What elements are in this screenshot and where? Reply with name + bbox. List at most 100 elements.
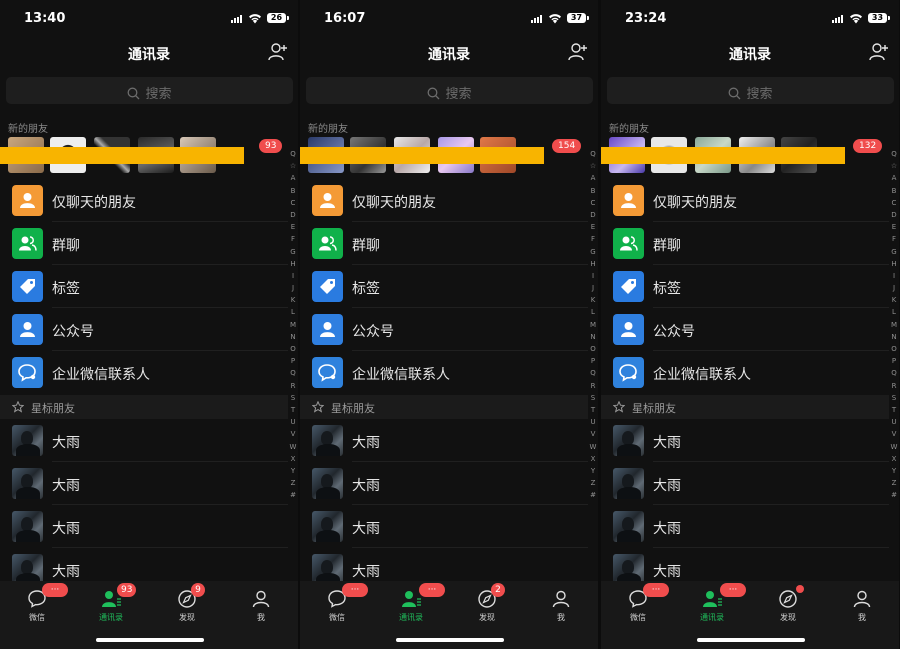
index-letter[interactable]: I (588, 270, 598, 282)
index-letter[interactable]: I (889, 270, 899, 282)
function-group-chats[interactable]: 群聊 (0, 222, 288, 265)
index-letter[interactable]: M (288, 319, 298, 331)
index-letter[interactable]: W (889, 441, 899, 453)
add-contact-icon[interactable] (268, 42, 288, 62)
index-letter[interactable]: S (288, 392, 298, 404)
index-letter[interactable]: # (288, 489, 298, 501)
search-bar[interactable]: 搜索 (607, 77, 894, 104)
index-letter[interactable]: J (288, 282, 298, 294)
index-letter[interactable]: X (588, 453, 598, 465)
contact-row[interactable]: 大雨 (300, 505, 588, 548)
index-letter[interactable]: P (889, 355, 899, 367)
function-tags[interactable]: 标签 (0, 265, 288, 308)
index-letter[interactable]: N (288, 331, 298, 343)
index-letter[interactable]: P (588, 355, 598, 367)
index-letter[interactable]: # (889, 489, 899, 501)
home-indicator[interactable] (697, 638, 805, 642)
index-letter[interactable]: B (588, 185, 598, 197)
tab-discover[interactable]: 发现 2 (450, 583, 524, 629)
search-bar[interactable]: 搜索 (6, 77, 293, 104)
home-indicator[interactable] (396, 638, 504, 642)
index-letter[interactable]: A (588, 172, 598, 184)
index-letter[interactable]: X (889, 453, 899, 465)
index-letter[interactable]: H (288, 258, 298, 270)
index-letter[interactable]: E (588, 221, 598, 233)
function-group-chats[interactable]: 群聊 (601, 222, 889, 265)
index-letter[interactable]: G (889, 246, 899, 258)
index-letter[interactable]: O (288, 343, 298, 355)
index-letter[interactable]: R (288, 380, 298, 392)
index-letter[interactable]: Q (588, 367, 598, 379)
index-letter[interactable]: O (889, 343, 899, 355)
tab-discover[interactable]: 发现 (751, 585, 825, 629)
index-letter[interactable]: M (588, 319, 598, 331)
index-letter[interactable]: L (288, 306, 298, 318)
index-letter[interactable]: Q (588, 148, 598, 160)
index-letter[interactable]: C (889, 197, 899, 209)
index-letter[interactable]: L (588, 306, 598, 318)
index-letter[interactable]: U (588, 416, 598, 428)
index-letter[interactable]: C (588, 197, 598, 209)
index-letter[interactable]: F (288, 233, 298, 245)
index-letter[interactable]: U (288, 416, 298, 428)
index-letter[interactable]: F (889, 233, 899, 245)
index-letter[interactable]: # (588, 489, 598, 501)
index-letter[interactable]: D (288, 209, 298, 221)
function-tags[interactable]: 标签 (601, 265, 889, 308)
index-letter[interactable]: A (288, 172, 298, 184)
index-letter[interactable]: P (288, 355, 298, 367)
index-letter[interactable]: M (889, 319, 899, 331)
tab-chats[interactable]: 微信 ··· (300, 583, 374, 629)
index-letter[interactable]: S (889, 392, 899, 404)
function-official-accounts[interactable]: 公众号 (601, 308, 889, 351)
index-letter[interactable]: N (889, 331, 899, 343)
add-contact-icon[interactable] (568, 42, 588, 62)
alphabet-index[interactable]: Q ☆ A B C D E F G H I J K L M N O P Q R S T U V W X Y Z # (288, 148, 298, 501)
index-letter[interactable]: Z (288, 477, 298, 489)
tab-me[interactable]: 我 (224, 589, 298, 629)
contact-row[interactable]: 大雨 (300, 462, 588, 505)
index-letter[interactable]: E (288, 221, 298, 233)
index-letter[interactable]: Q (889, 367, 899, 379)
index-letter[interactable]: G (588, 246, 598, 258)
contact-row[interactable]: 大雨 (0, 462, 288, 505)
index-letter[interactable]: H (889, 258, 899, 270)
index-letter[interactable]: B (889, 185, 899, 197)
index-letter[interactable]: S (588, 392, 598, 404)
index-letter[interactable]: V (889, 428, 899, 440)
contact-row[interactable]: 大雨 (0, 505, 288, 548)
alphabet-index[interactable]: Q ☆ A B C D E F G H I J K L M N O P Q R S T U V W X Y Z # (588, 148, 598, 501)
index-letter[interactable]: X (288, 453, 298, 465)
index-letter[interactable]: C (288, 197, 298, 209)
function-wecom-contacts[interactable]: 企业微信联系人 (0, 351, 288, 394)
index-letter[interactable]: V (588, 428, 598, 440)
function-group-chats[interactable]: 群聊 (300, 222, 588, 265)
search-bar[interactable]: 搜索 (306, 77, 593, 104)
index-letter[interactable]: ☆ (588, 160, 598, 172)
index-letter[interactable]: ☆ (889, 160, 899, 172)
tab-discover[interactable]: 发现 9 (150, 583, 224, 629)
function-wecom-contacts[interactable]: 企业微信联系人 (300, 351, 588, 394)
index-letter[interactable]: Z (889, 477, 899, 489)
index-letter[interactable]: J (588, 282, 598, 294)
function-only-chat-friends[interactable]: 仅聊天的朋友 (0, 179, 288, 222)
index-letter[interactable]: L (889, 306, 899, 318)
contact-row[interactable]: 大雨 (601, 462, 889, 505)
index-letter[interactable]: Y (288, 465, 298, 477)
index-letter[interactable]: D (588, 209, 598, 221)
contact-row[interactable]: 大雨 (601, 505, 889, 548)
index-letter[interactable]: A (889, 172, 899, 184)
function-official-accounts[interactable]: 公众号 (0, 308, 288, 351)
tab-contacts[interactable]: 通讯录 ··· (374, 583, 448, 629)
index-letter[interactable]: G (288, 246, 298, 258)
index-letter[interactable]: K (889, 294, 899, 306)
function-official-accounts[interactable]: 公众号 (300, 308, 588, 351)
home-indicator[interactable] (96, 638, 204, 642)
tab-chats[interactable]: 微信 ··· (601, 583, 675, 629)
add-contact-icon[interactable] (869, 42, 889, 62)
index-letter[interactable]: E (889, 221, 899, 233)
tab-chats[interactable]: 微信 ··· (0, 583, 74, 629)
index-letter[interactable]: J (889, 282, 899, 294)
index-letter[interactable]: K (588, 294, 598, 306)
index-letter[interactable]: T (889, 404, 899, 416)
